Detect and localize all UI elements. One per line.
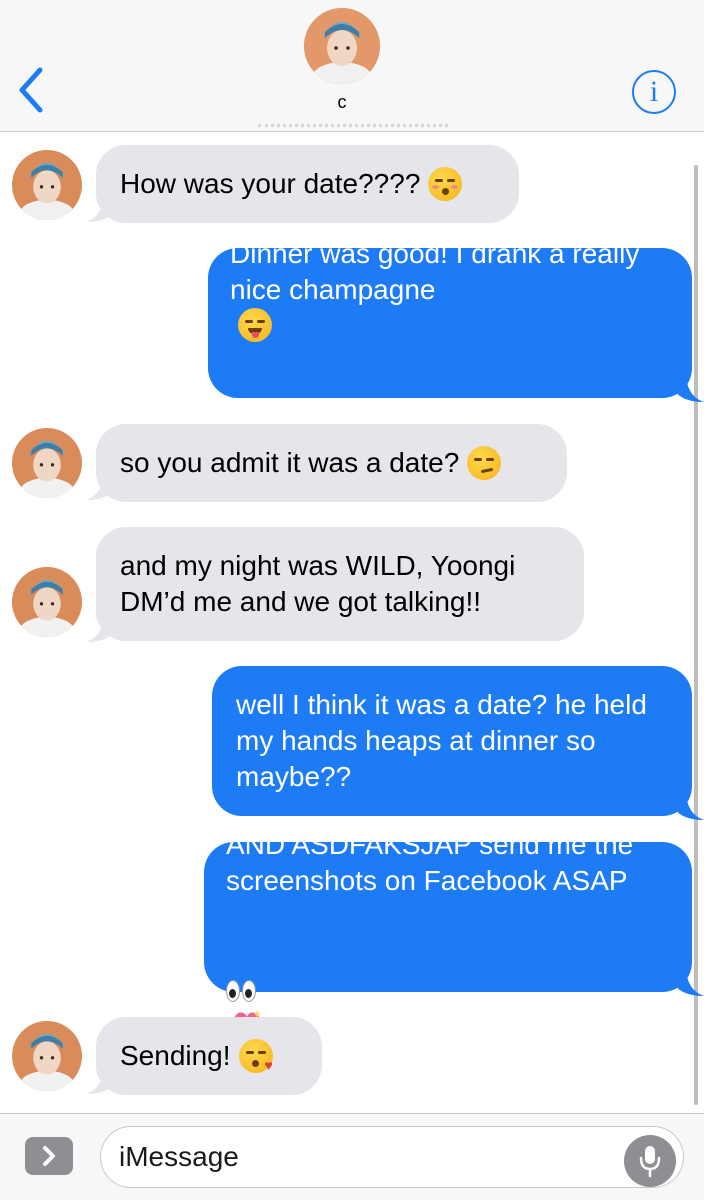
avatar-photo (12, 567, 82, 637)
sender-avatar[interactable] (12, 150, 82, 220)
microphone-icon (639, 1146, 661, 1178)
eyes-emoji-icon (226, 980, 256, 1002)
avatar-photo (12, 1021, 82, 1091)
sender-avatar[interactable] (12, 428, 82, 498)
message-input-container[interactable] (100, 1126, 684, 1188)
message-text: so you admit it was a date? (120, 447, 460, 478)
smirk-emoji-icon (467, 446, 502, 480)
message-text: AND ASDFAKSJAP send me the screenshots o… (226, 829, 634, 896)
message-text: Sending! (120, 1040, 231, 1071)
avatar-photo (12, 428, 82, 498)
message-text: well I think it was a date? he held my h… (236, 689, 647, 792)
composer-bar (0, 1113, 704, 1200)
apps-button[interactable] (25, 1137, 73, 1175)
message-bubble-outgoing[interactable]: AND ASDFAKSJAP send me the screenshots o… (204, 829, 692, 1036)
sender-avatar[interactable] (12, 567, 82, 637)
kissing-smiling-eyes-emoji-icon (428, 167, 463, 201)
avatar-photo (304, 8, 380, 84)
microphone-button[interactable] (624, 1135, 676, 1187)
message-text-wrap: AND ASDFAKSJAP send me the screenshots o… (226, 791, 670, 1043)
message-bubble-incoming[interactable]: so you admit it was a date? (96, 424, 567, 502)
chevron-right-icon (43, 1146, 55, 1166)
scrollbar[interactable] (694, 165, 698, 1105)
message-text-wrap: Dinner was good! I drank a really nice c… (230, 200, 670, 446)
info-icon: i (649, 75, 659, 108)
message-input[interactable] (119, 1141, 599, 1173)
message-bubble-outgoing[interactable]: Dinner was good! I drank a really nice c… (208, 238, 692, 443)
conversation-header: c i (0, 0, 704, 132)
face-blowing-kiss-emoji-icon: ♥ (238, 1039, 273, 1073)
contact-name[interactable]: c (0, 92, 684, 113)
yum-emoji-icon (238, 308, 272, 342)
message-bubble-incoming[interactable]: Sending! ♥ (96, 1017, 322, 1095)
avatar-photo (12, 150, 82, 220)
message-bubble-incoming[interactable]: and my night was WILD, Yoongi DM’d me an… (96, 527, 584, 641)
bubble-tail (674, 372, 704, 402)
info-button[interactable]: i (632, 70, 676, 114)
bubble-tail (674, 966, 704, 996)
sender-avatar[interactable] (12, 1021, 82, 1091)
message-text: How was your date???? (120, 168, 421, 199)
message-text: Dinner was good! I drank a really nice c… (230, 238, 640, 305)
timestamp-fragment (258, 124, 448, 132)
contact-avatar[interactable] (304, 8, 380, 84)
message-text: and my night was WILD, Yoongi DM’d me an… (120, 550, 516, 617)
bubble-tail (674, 790, 704, 820)
